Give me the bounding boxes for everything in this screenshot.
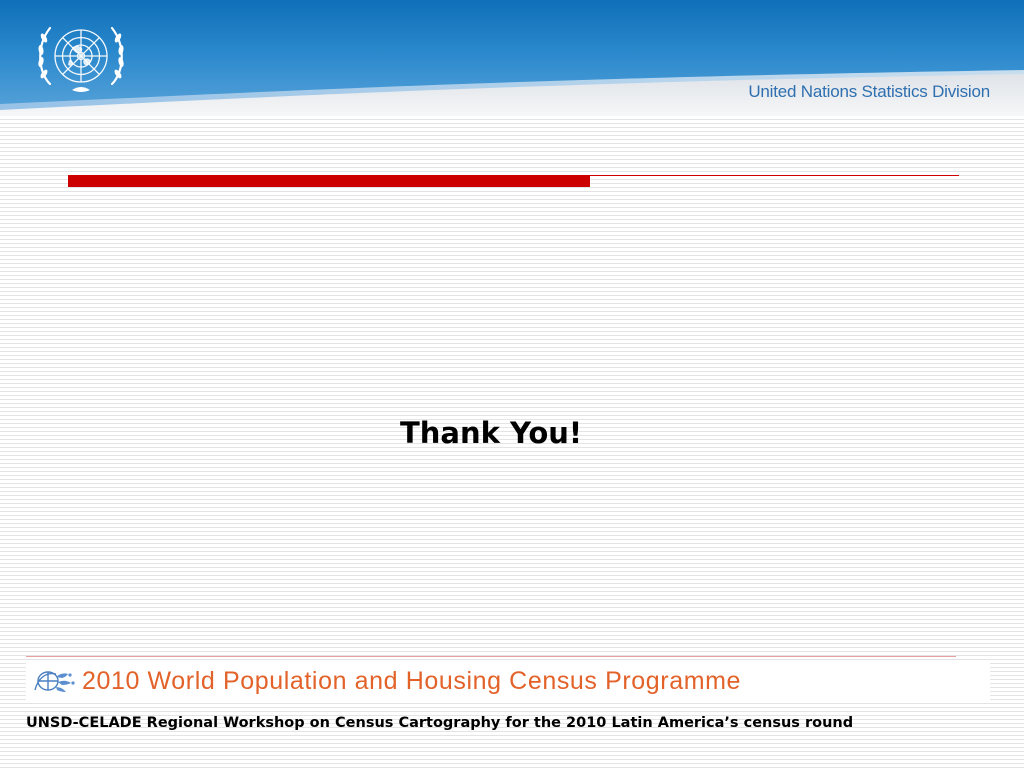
workshop-footer: UNSD-CELADE Regional Workshop on Census … [26, 715, 854, 731]
title-divider-bar [68, 175, 590, 187]
organization-name: United Nations Statistics Division [748, 82, 990, 101]
un-emblem-icon [38, 26, 124, 92]
title-divider-line [590, 175, 959, 176]
census-programme-banner: 2010 World Population and Housing Census… [26, 662, 990, 702]
census-programme-logo [34, 671, 75, 692]
thank-you-message: Thank You! [400, 416, 583, 450]
header-banner: United Nations Statistics Division [0, 0, 1024, 116]
footer-divider [26, 656, 956, 657]
census-programme-title: 2010 World Population and Housing Census… [82, 667, 742, 695]
